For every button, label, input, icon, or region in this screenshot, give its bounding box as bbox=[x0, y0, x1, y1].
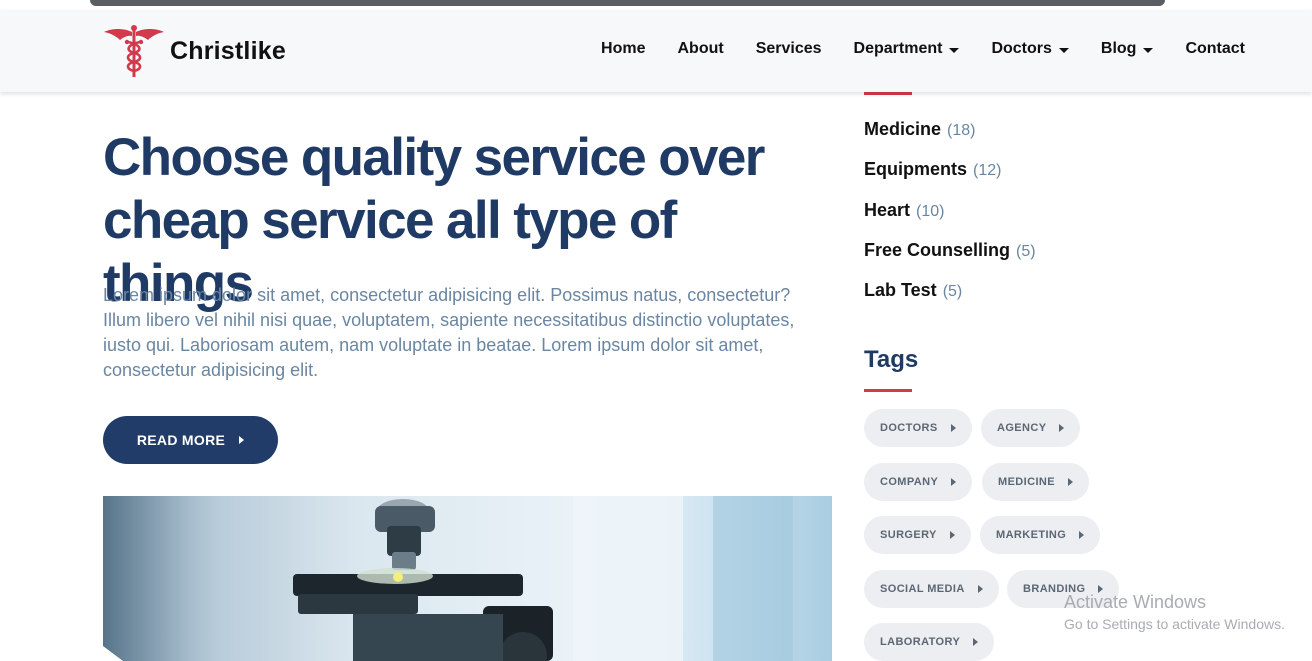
category-name[interactable]: Heart bbox=[864, 200, 910, 221]
tag-label: AGENCY bbox=[997, 422, 1047, 434]
caduceus-icon bbox=[104, 25, 164, 77]
caret-right-icon bbox=[973, 638, 979, 646]
nav-contact-label: Contact bbox=[1185, 40, 1245, 57]
category-name[interactable]: Lab Test bbox=[864, 280, 937, 301]
nav-doctors-label: Doctors bbox=[991, 40, 1052, 57]
category-item[interactable]: Medicine (18) bbox=[864, 119, 1036, 159]
nav-services[interactable]: Services bbox=[756, 40, 822, 58]
tag-label: SURGERY bbox=[880, 529, 937, 541]
caret-right-icon bbox=[1067, 478, 1073, 486]
brand-name[interactable]: Christlike bbox=[170, 37, 286, 66]
tag-marketing[interactable]: MARKETING bbox=[980, 516, 1101, 554]
caret-right-icon bbox=[977, 585, 983, 593]
tag-social-media[interactable]: SOCIAL MEDIA bbox=[864, 570, 999, 608]
tag-agency[interactable]: AGENCY bbox=[981, 409, 1081, 447]
nav-contact[interactable]: Contact bbox=[1185, 40, 1245, 58]
caret-down-icon bbox=[949, 47, 960, 53]
nav-home-label: Home bbox=[601, 40, 646, 57]
post-image-microscope bbox=[103, 496, 832, 661]
caret-right-icon bbox=[1059, 424, 1065, 432]
tag-company[interactable]: COMPANY bbox=[864, 463, 973, 501]
category-count: (5) bbox=[1016, 242, 1036, 260]
categories-list: Medicine (18) Equipments (12) Heart (10) Fr… bbox=[864, 119, 1036, 320]
tags-heading: Tags bbox=[864, 346, 919, 373]
nav-blog-label: Blog bbox=[1100, 40, 1137, 57]
nav-about-label: About bbox=[677, 40, 724, 57]
caret-right-icon bbox=[951, 478, 957, 486]
nav-department[interactable]: Department bbox=[854, 40, 960, 58]
post-excerpt: Lorem ipsum dolor sit amet, consectetur … bbox=[103, 285, 795, 380]
caret-right-icon bbox=[239, 436, 245, 444]
site-navbar: Christlike Home About Services Departmen… bbox=[0, 10, 1312, 92]
watermark-subtitle: Go to Settings to activate Windows. bbox=[1064, 616, 1285, 632]
category-item[interactable]: Lab Test (5) bbox=[864, 280, 1036, 320]
tag-label: MARKETING bbox=[996, 529, 1067, 541]
read-more-label: READ MORE bbox=[136, 432, 226, 448]
category-item[interactable]: Equipments (12) bbox=[864, 159, 1036, 199]
category-name[interactable]: Medicine bbox=[864, 119, 941, 140]
nav-blog[interactable]: Blog bbox=[1101, 40, 1154, 58]
microscope-photo bbox=[103, 496, 832, 661]
tag-label: LABORATORY bbox=[880, 636, 961, 648]
windows-activation-watermark: Activate Windows Go to Settings to activ… bbox=[1064, 591, 1285, 634]
tags-title-underline bbox=[864, 389, 912, 392]
nav-services-label: Services bbox=[755, 40, 822, 57]
tag-label: COMPANY bbox=[880, 476, 939, 488]
site-logo[interactable]: Christlike bbox=[102, 24, 286, 78]
nav-department-label: Department bbox=[853, 40, 943, 57]
read-more-button[interactable]: READ MORE bbox=[103, 416, 278, 464]
watermark-title: Activate Windows bbox=[1064, 592, 1207, 612]
browser-top-strip bbox=[0, 0, 1312, 10]
categories-title-underline bbox=[864, 92, 912, 95]
category-count: (10) bbox=[916, 202, 945, 220]
caret-down-icon bbox=[1058, 47, 1069, 53]
caret-right-icon bbox=[950, 424, 956, 432]
caret-right-icon bbox=[1079, 531, 1085, 539]
category-count: (18) bbox=[947, 122, 976, 139]
nav-about[interactable]: About bbox=[677, 40, 723, 58]
tag-surgery[interactable]: SURGERY bbox=[864, 516, 971, 554]
category-item[interactable]: Free Counselling (5) bbox=[864, 240, 1036, 280]
category-name[interactable]: Free Counselling bbox=[864, 240, 1010, 261]
caret-down-icon bbox=[1143, 47, 1154, 53]
browser-scroll-bar bbox=[90, 0, 1165, 6]
category-name[interactable]: Equipments bbox=[864, 159, 967, 180]
tag-label: SOCIAL MEDIA bbox=[880, 583, 965, 595]
tag-laboratory[interactable]: LABORATORY bbox=[864, 623, 995, 661]
tag-label: DOCTORS bbox=[880, 422, 938, 434]
nav-doctors[interactable]: Doctors bbox=[991, 40, 1069, 58]
category-item[interactable]: Heart (10) bbox=[864, 200, 1036, 240]
main-menu: Home About Services Department Doctors B… bbox=[569, 40, 1245, 58]
tag-doctors[interactable]: DOCTORS bbox=[864, 409, 972, 447]
category-count: (12) bbox=[973, 162, 1002, 180]
nav-home[interactable]: Home bbox=[601, 40, 645, 58]
caret-right-icon bbox=[949, 531, 955, 539]
tag-medicine[interactable]: MEDICINE bbox=[982, 463, 1089, 501]
tag-label: MEDICINE bbox=[998, 476, 1055, 488]
category-count: (5) bbox=[942, 283, 963, 301]
